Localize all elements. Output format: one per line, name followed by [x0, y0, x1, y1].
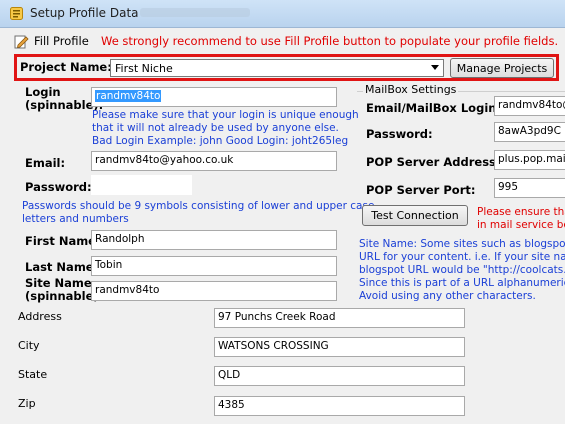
first-name-label: First Name: — [25, 234, 101, 248]
zip-input[interactable]: 4385 — [214, 396, 465, 416]
zip-label: Zip — [18, 397, 36, 410]
mailbox-group-title: MailBox Settings — [363, 83, 459, 96]
login-value: randmv84to — [95, 90, 162, 102]
site-help-line3: blogspot URL would be "http://coolcats.b… — [359, 264, 565, 276]
state-label: State — [18, 368, 48, 381]
title-bar-blur — [140, 8, 250, 17]
last-name-input[interactable]: Tobin — [91, 256, 337, 276]
password-input[interactable] — [91, 175, 192, 195]
address-label: Address — [18, 310, 62, 323]
site-help-line5: Avoid using any other characters. — [359, 290, 536, 302]
project-name-select[interactable]: First Niche — [110, 59, 444, 77]
login-help-line2: that it will not already be used by anyo… — [92, 122, 339, 134]
fill-profile-warning: We strongly recommend to use Fill Profil… — [101, 34, 559, 48]
mailbox-login-input[interactable]: randmv84to@ — [494, 96, 565, 116]
login-input[interactable]: randmv84to — [91, 87, 337, 107]
first-name-input[interactable]: Randolph — [91, 230, 337, 250]
password-help-line1: Passwords should be 9 symbols consisting… — [22, 200, 375, 212]
email-label: Email: — [25, 156, 66, 170]
site-help-line4: Since this is part of a URL alphanumeric… — [359, 277, 565, 289]
mailbox-password-input[interactable]: 8awA3pd9C — [494, 122, 565, 142]
mailbox-login-label: Email/MailBox Login : — [366, 101, 506, 115]
site-help-line1: Site Name: Some sites such as blogspot.c… — [359, 238, 565, 250]
pop-server-address-input[interactable]: plus.pop.mail.y — [494, 150, 565, 170]
test-note-line1: Please ensure that — [477, 206, 565, 218]
fill-profile-label: Fill Profile — [34, 34, 89, 48]
chevron-down-icon — [431, 65, 439, 70]
window-title: Setup Profile Data — [30, 6, 139, 20]
pop-server-port-input[interactable]: 995 — [494, 178, 565, 198]
test-connection-button[interactable]: Test Connection — [362, 205, 468, 226]
login-help-line1: Please make sure that your login is uniq… — [92, 109, 359, 121]
fill-profile-button[interactable]: Fill Profile — [14, 33, 89, 49]
email-input[interactable]: randmv84to@yahoo.co.uk — [91, 151, 337, 171]
city-input[interactable]: WATSONS CROSSING — [214, 337, 465, 357]
test-note-line2: in mail service befo — [477, 219, 565, 231]
password-help-line2: letters and numbers — [22, 213, 129, 225]
site-name-input[interactable]: randmv84to — [91, 281, 337, 301]
app-icon — [10, 7, 23, 20]
project-name-value: First Niche — [115, 61, 173, 75]
last-name-label: Last Name: — [25, 260, 99, 274]
site-help-line2: URL for your content. i.e. If your site … — [359, 251, 565, 263]
address-input[interactable]: 97 Punchs Creek Road — [214, 308, 465, 328]
password-label: Password: — [25, 180, 92, 194]
pop-server-address-label: POP Server Address: — [366, 155, 501, 169]
state-input[interactable]: QLD — [214, 366, 465, 386]
edit-pencil-icon — [14, 35, 29, 48]
login-help-line3: Bad Login Example: john Good Login: joht… — [92, 135, 349, 147]
title-bar: Setup Profile Data — [0, 0, 565, 28]
mailbox-password-label: Password: — [366, 127, 433, 141]
pop-server-port-label: POP Server Port: — [366, 183, 476, 197]
project-name-label: Project Name: — [20, 60, 112, 74]
manage-projects-button[interactable]: Manage Projects — [450, 58, 554, 78]
city-label: City — [18, 339, 40, 352]
